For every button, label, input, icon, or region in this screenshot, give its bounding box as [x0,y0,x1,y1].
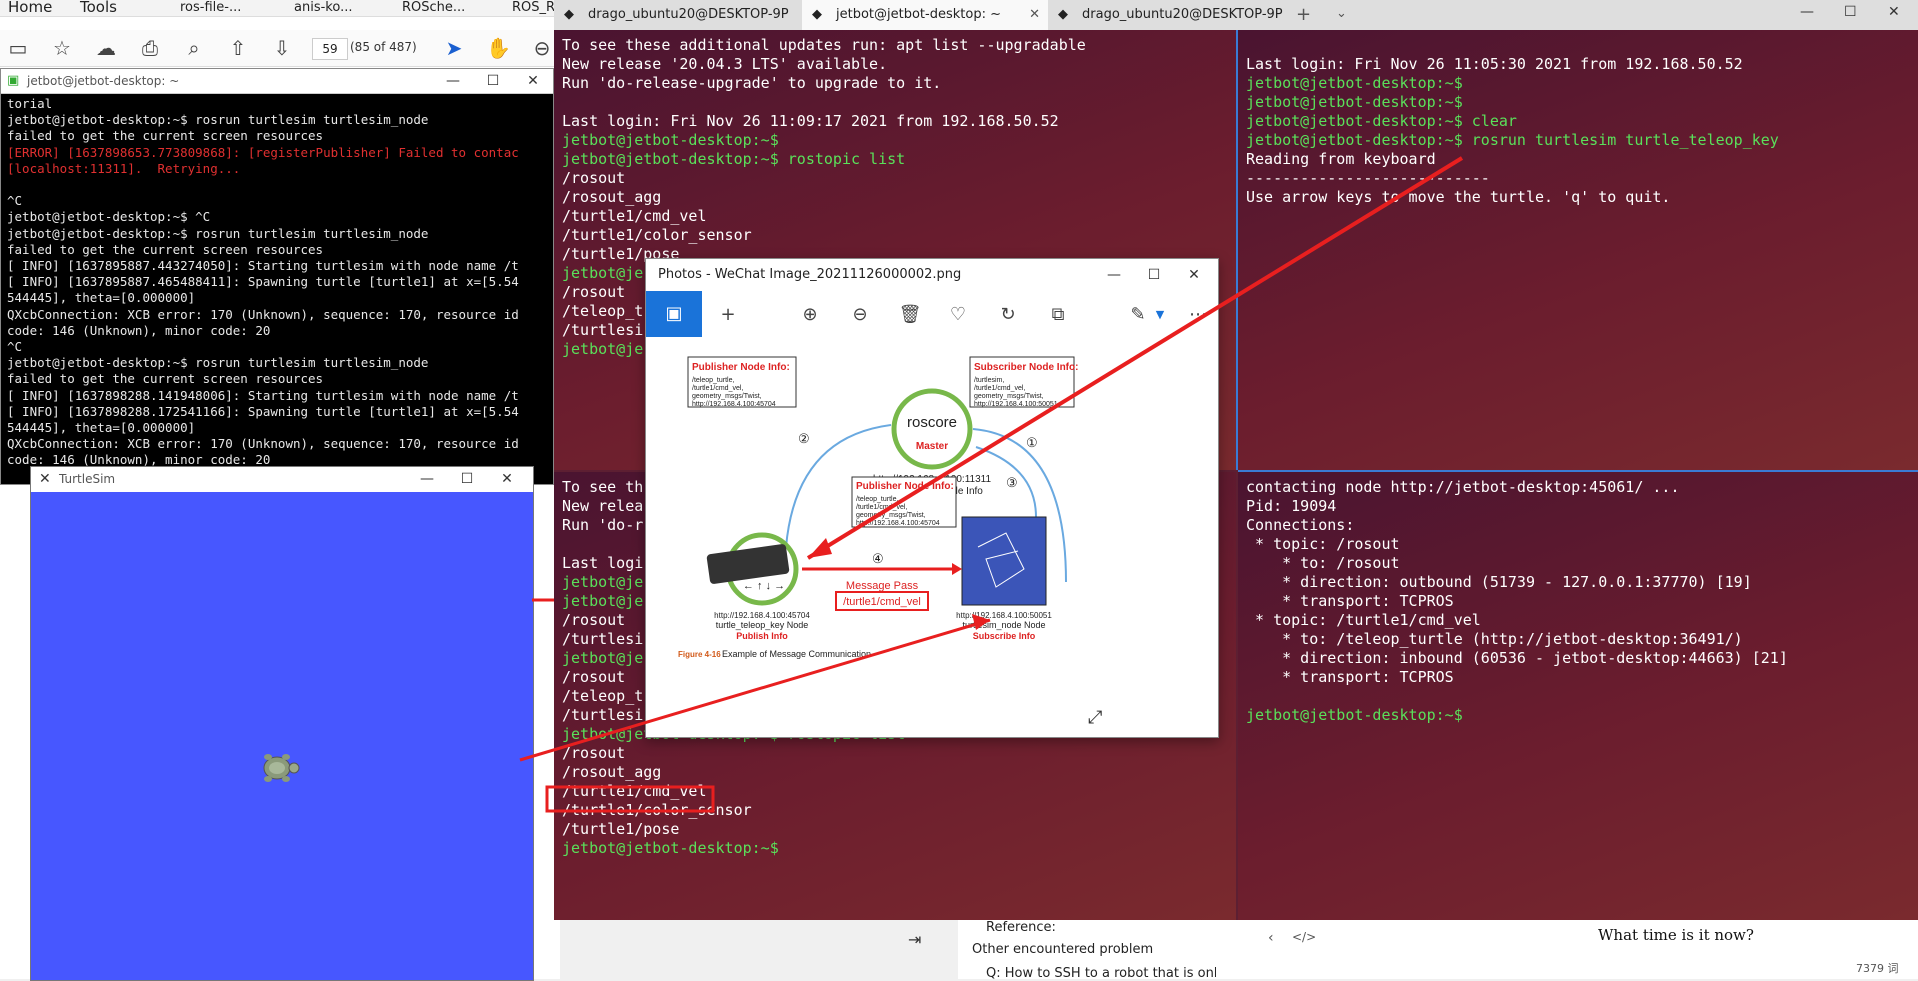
cmd-vel-highlight-box [545,785,715,813]
annotation-arrow-topic [519,618,991,762]
annotation-overlay [519,156,1464,813]
annotation-arrow-teleop [806,156,1464,560]
annotation-arrowhead-teleop [808,538,832,558]
